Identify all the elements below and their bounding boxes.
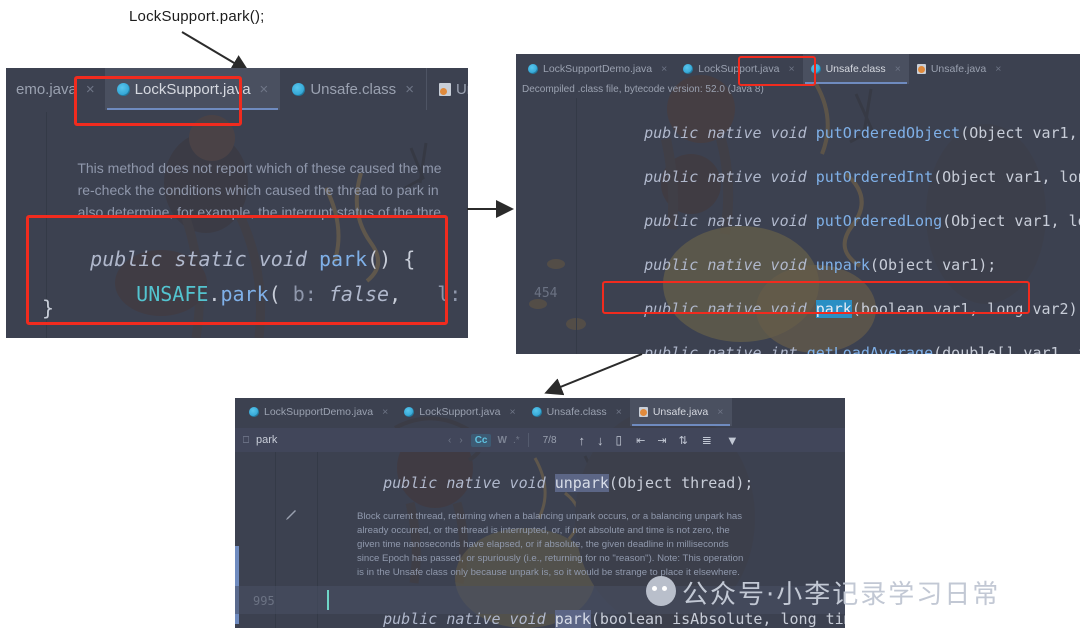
whole-words-toggle[interactable]: W xyxy=(497,435,506,446)
find-prev-history-icon[interactable]: ‹ xyxy=(448,435,451,446)
annotation-label: LockSupport.park(); xyxy=(129,8,265,25)
tab-label: LockSupport.java xyxy=(419,406,501,418)
method-name-match: park xyxy=(554,610,591,628)
method-name: putOrderedLong xyxy=(815,212,943,230)
method-name: getLoadAverage xyxy=(806,344,934,354)
match-case-toggle[interactable]: Cc xyxy=(470,433,492,447)
tab-lock-support-demo-java[interactable]: LockSupportDemo.java × xyxy=(520,54,675,84)
close-icon[interactable]: × xyxy=(405,81,414,98)
method-args: (Object thread); xyxy=(608,474,754,492)
close-icon[interactable]: × xyxy=(995,63,1001,75)
tab-unsafe-class[interactable]: Unsafe.class × xyxy=(280,68,426,110)
tab-label: Unsafe.java xyxy=(652,406,709,418)
method-args: (Object var1, long var2, xyxy=(933,168,1080,186)
method-args: (Object var1, long var2, xyxy=(942,212,1080,230)
java-class-icon xyxy=(292,82,306,96)
prev-match-button[interactable]: ↑ xyxy=(579,433,586,448)
tab-unsafe-class[interactable]: Unsafe.class × xyxy=(524,398,630,426)
tab-unsafe-java[interactable]: Unsafe.java xyxy=(425,68,468,110)
tab-label: Unsafe.class xyxy=(825,63,886,75)
modifiers: public native void xyxy=(644,212,816,230)
javadoc-line: since Epoch has passed, or spuriously (i… xyxy=(357,553,744,564)
gutter-divider xyxy=(576,98,577,354)
method-name: putOrderedInt xyxy=(815,168,934,186)
method-args: (Object var1); xyxy=(869,256,997,274)
close-icon[interactable]: × xyxy=(616,406,622,418)
javadoc-line: already occurred, or the thread is inter… xyxy=(357,525,730,536)
edit-pencil-icon[interactable] xyxy=(285,508,297,520)
find-scope-icon: ⎕ xyxy=(243,434,249,446)
tab-label: LockSupportDemo.java xyxy=(264,406,374,418)
decompile-banner: Decompiled .class file, bytecode version… xyxy=(522,84,764,95)
toolbar-divider xyxy=(527,433,529,447)
java-class-icon xyxy=(531,407,542,417)
close-icon[interactable]: × xyxy=(260,81,269,98)
java-class-icon xyxy=(249,407,259,417)
find-toolbar[interactable]: ⎕ ‹ › Cc W .* 7/8 ↑ ↓ ▯ ⇤ ⇥ ⇅ ≣ ▼ xyxy=(235,428,845,452)
modifiers: public native void xyxy=(644,168,816,186)
tab-label: Unsafe.java xyxy=(455,80,468,98)
code-line-getLoadAverage[interactable]: public native int getLoadAverage(double[… xyxy=(608,326,1080,354)
line-number-454: 454 xyxy=(534,286,558,301)
java-source-icon xyxy=(438,82,451,96)
modifiers: public native int xyxy=(644,344,807,354)
modifiers: public native void xyxy=(383,610,555,628)
line-number-995: 995 xyxy=(253,594,275,608)
tab-lock-support-java[interactable]: LockSupport.java × xyxy=(396,398,523,426)
copy-lines-button[interactable]: ⇅ xyxy=(679,434,688,447)
close-icon[interactable]: × xyxy=(382,406,388,418)
modifiers: public native void xyxy=(644,124,816,142)
highlight-box-park-native xyxy=(602,281,1030,314)
select-all-occurrences-button[interactable]: ▯ xyxy=(616,433,623,447)
close-icon[interactable]: × xyxy=(509,406,515,418)
find-next-history-icon[interactable]: › xyxy=(459,435,462,446)
tab-label: emo.java xyxy=(16,80,77,98)
java-source-icon xyxy=(916,64,926,74)
close-icon[interactable]: × xyxy=(661,63,667,75)
tab-unsafe-class[interactable]: Unsafe.class × xyxy=(802,54,909,84)
remove-line-button[interactable]: ⇥ xyxy=(657,434,666,447)
tab-label: Unsafe.class xyxy=(310,80,397,98)
flow-arrow-1-to-2 xyxy=(467,200,514,218)
watermark-text: 公众号·小李记录学习日常 xyxy=(682,580,1001,610)
tab-label: Unsafe.class xyxy=(546,406,607,418)
method-args: (double[] var1, int var2); xyxy=(933,344,1080,354)
modifiers: public native void xyxy=(383,474,555,492)
filter-button[interactable]: ▼ xyxy=(726,433,739,448)
code-line-unpark[interactable]: public native void unpark(Object thread)… xyxy=(347,456,753,510)
add-line-button[interactable]: ⇤ xyxy=(636,434,645,447)
caret xyxy=(327,590,329,610)
next-match-button[interactable]: ↓ xyxy=(597,433,604,448)
java-class-icon xyxy=(683,64,694,74)
java-source-icon xyxy=(638,407,648,417)
method-name: putOrderedObject xyxy=(815,124,961,142)
panel3-tabbar[interactable]: LockSupportDemo.java × LockSupport.java … xyxy=(235,398,845,426)
highlight-box-park-method xyxy=(26,215,448,325)
method-name-match: unpark xyxy=(554,474,609,492)
tab-unsafe-java[interactable]: Unsafe.java × xyxy=(909,54,1010,84)
tab-lock-support-demo-java[interactable]: LockSupportDemo.java × xyxy=(241,398,396,426)
highlight-box-tab-locksupport xyxy=(74,76,242,126)
regex-toggle[interactable]: .* xyxy=(513,435,520,446)
java-class-icon xyxy=(528,64,538,74)
javadoc-block: Block current thread, returning when a b… xyxy=(357,510,797,580)
tab-label: Unsafe.java xyxy=(930,63,987,75)
javadoc-line: Block current thread, returning when a b… xyxy=(357,511,743,522)
modifiers: public native void xyxy=(644,256,816,274)
method-args: (Object var1, long var2 xyxy=(960,124,1078,142)
match-count-label: 7/8 xyxy=(542,434,557,446)
filter-lines-button[interactable]: ≣ xyxy=(702,433,712,447)
close-icon[interactable]: × xyxy=(895,63,901,75)
flow-arrow-2-to-3 xyxy=(544,353,643,396)
close-icon[interactable]: × xyxy=(717,406,723,418)
java-class-icon xyxy=(404,407,415,417)
method-name: unpark xyxy=(815,256,870,274)
wechat-icon xyxy=(646,576,676,606)
tab-unsafe-java[interactable]: Unsafe.java × xyxy=(629,398,733,426)
search-input[interactable] xyxy=(254,433,408,447)
method-args: (boolean isAbsolute, long time); xyxy=(590,610,845,628)
javadoc-line: given time nanoseconds have elapsed, or … xyxy=(357,539,729,550)
highlight-box-tab-unsafe-class xyxy=(738,56,816,86)
tab-label: LockSupportDemo.java xyxy=(543,63,653,75)
